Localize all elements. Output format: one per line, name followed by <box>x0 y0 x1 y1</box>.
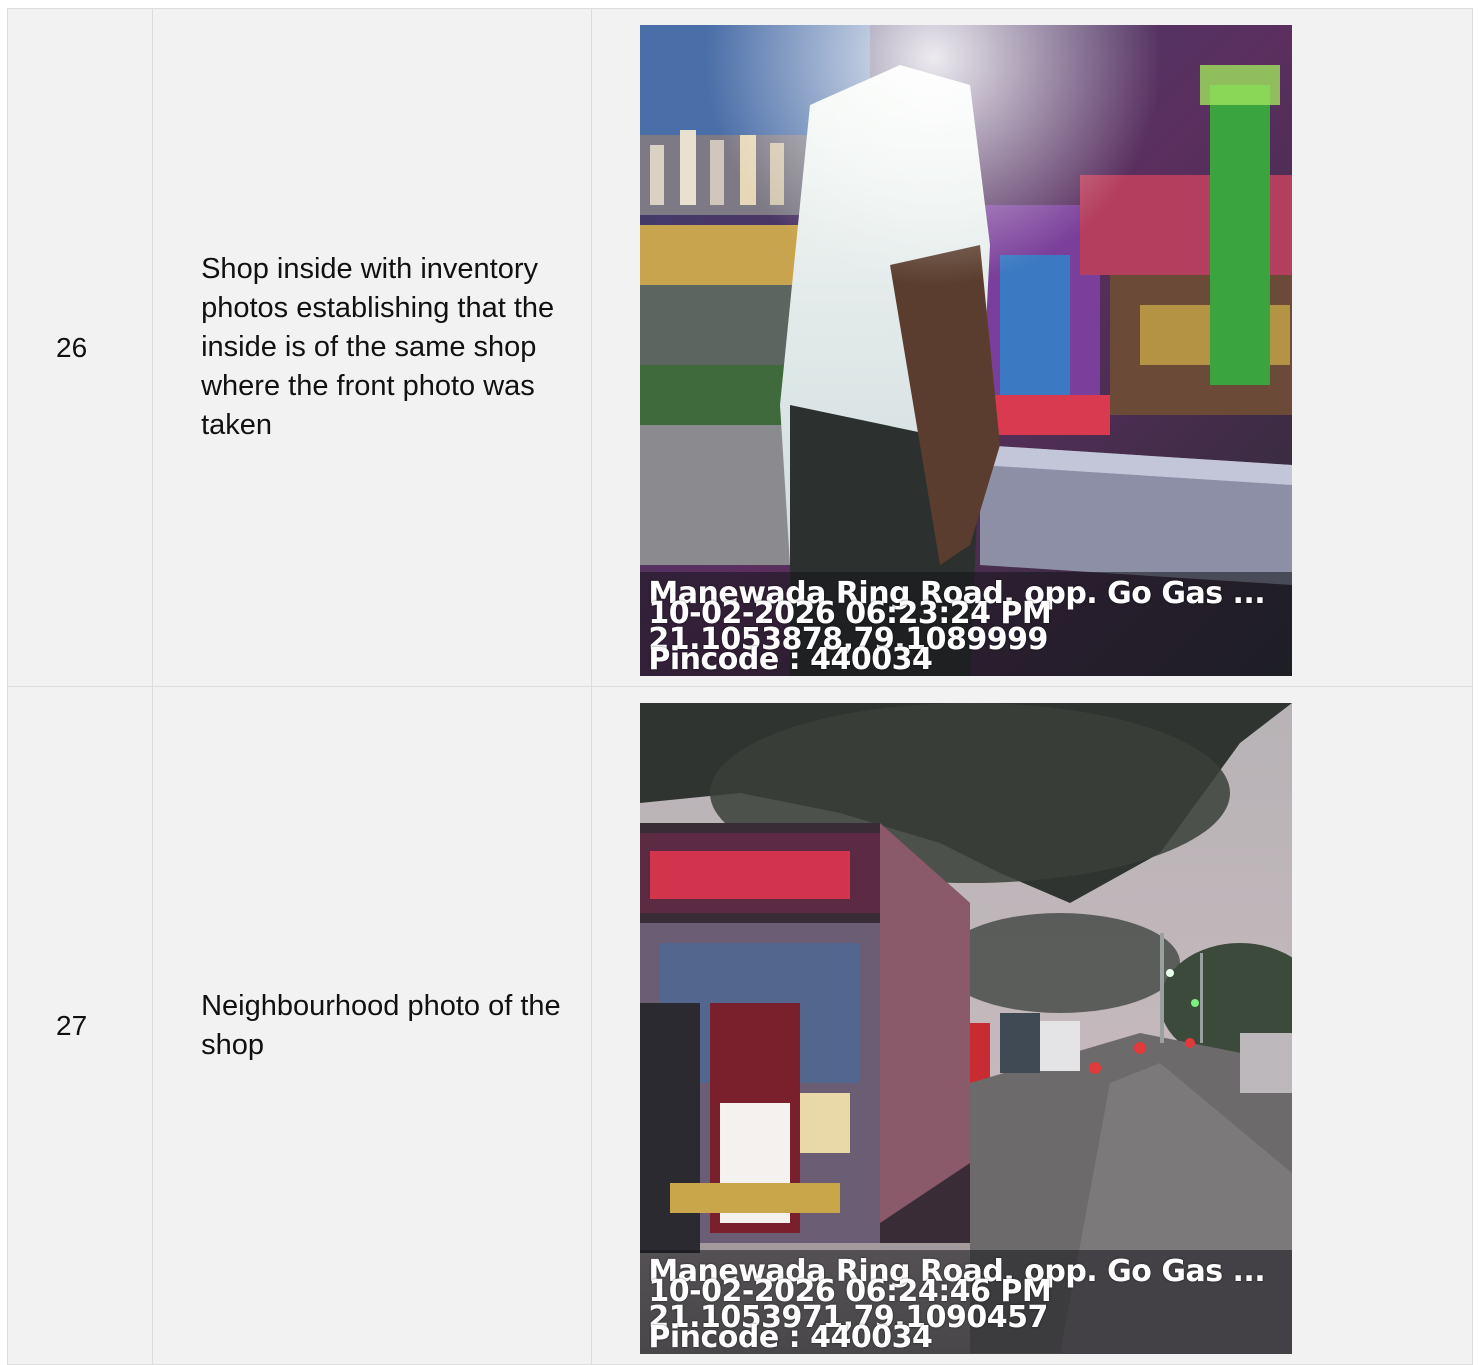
geo-pincode-text: Pincode : 440034 <box>648 642 933 676</box>
photo-report-table: 26 Shop inside with inventory photos est… <box>6 8 1473 1365</box>
row-description: Shop inside with inventory photos establ… <box>152 8 593 687</box>
geo-pincode-text: Pincode : 440034 <box>648 1320 933 1354</box>
photo-cell: Manewada Ring Road, opp. Go Gas ... 10-0… <box>591 8 1473 687</box>
row-number: 27 <box>6 686 154 1365</box>
table-row: 26 Shop inside with inventory photos est… <box>6 8 1473 687</box>
row-number: 26 <box>6 8 154 687</box>
geo-stamp-overlay: Manewada Ring Road, opp. Go Gas ... 10-0… <box>640 1250 1293 1354</box>
table-row: 27 Neighbourhood photo of the shop Manew… <box>6 686 1473 1365</box>
neighbourhood-photo: Manewada Ring Road, opp. Go Gas ... 10-0… <box>640 703 1293 1354</box>
geo-stamp-overlay: Manewada Ring Road, opp. Go Gas ... 10-0… <box>640 572 1293 676</box>
shop-inside-photo: Manewada Ring Road, opp. Go Gas ... 10-0… <box>640 25 1293 676</box>
photo-cell: Manewada Ring Road, opp. Go Gas ... 10-0… <box>591 686 1473 1365</box>
row-description: Neighbourhood photo of the shop <box>152 686 593 1365</box>
